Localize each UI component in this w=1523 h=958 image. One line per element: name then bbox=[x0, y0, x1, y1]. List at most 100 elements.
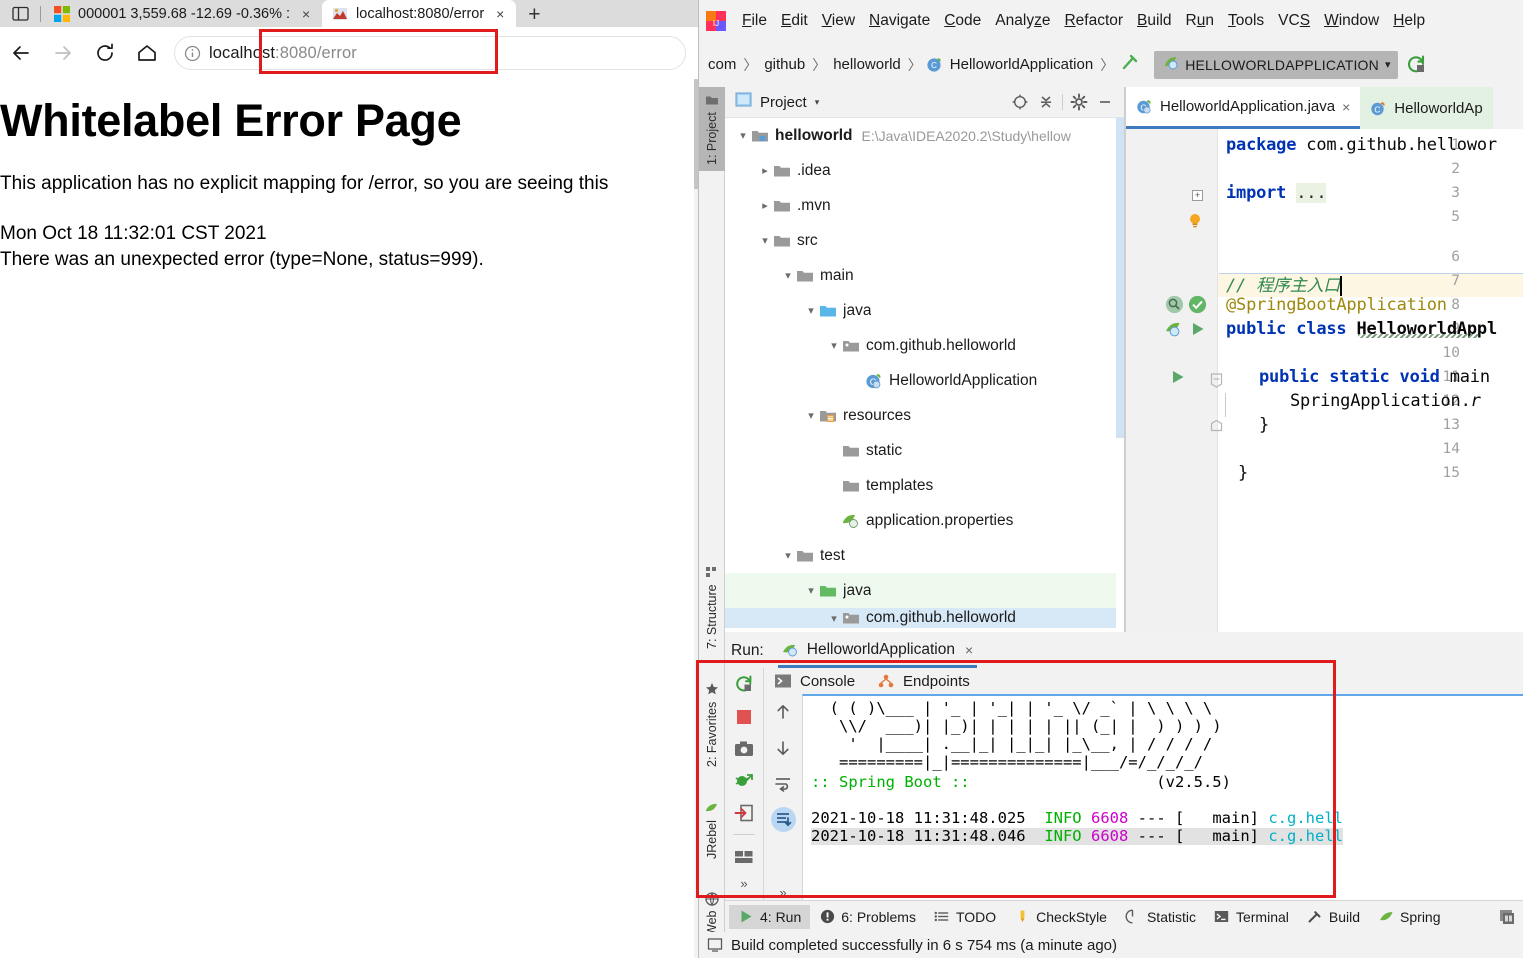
tool-button-todo[interactable]: TODO bbox=[925, 905, 1005, 929]
tree-item-package-test[interactable]: ▾ com.github.helloworld bbox=[725, 608, 1124, 628]
address-bar[interactable]: localhost:8080/error bbox=[174, 36, 686, 70]
tree-item-java-test[interactable]: ▾ java bbox=[725, 573, 1124, 608]
new-tab-button[interactable]: + bbox=[516, 4, 552, 27]
chevron-right-icon[interactable]: ▸ bbox=[757, 199, 773, 212]
project-tree[interactable]: ▾ helloworld E:\Java\IDEA2020.2\Study\he… bbox=[725, 118, 1124, 632]
chevron-down-icon[interactable]: ▾ bbox=[815, 97, 820, 108]
screenshot-icon[interactable] bbox=[732, 736, 757, 761]
reload-arrow-icon[interactable] bbox=[84, 32, 126, 74]
chevron-down-icon[interactable]: ▾ bbox=[826, 612, 842, 625]
down-arrow-icon[interactable] bbox=[771, 735, 796, 760]
browser-tab-1[interactable]: localhost:8080/error × bbox=[322, 0, 517, 27]
breadcrumb-class[interactable]: HelloworldApplication bbox=[947, 56, 1096, 73]
editor-tab-second[interactable]: C HelloworldAp bbox=[1360, 87, 1493, 129]
project-tree-scrollbar[interactable] bbox=[1116, 118, 1124, 632]
chevron-down-icon[interactable]: ▾ bbox=[780, 269, 796, 282]
menu-file[interactable]: File bbox=[735, 9, 774, 33]
run-gutter-icon[interactable] bbox=[1170, 369, 1186, 389]
tree-item-java-main[interactable]: ▾ java bbox=[725, 293, 1124, 328]
stop-icon[interactable] bbox=[732, 704, 757, 729]
menu-view[interactable]: View bbox=[815, 9, 862, 33]
menu-vcs[interactable]: VCS bbox=[1271, 9, 1317, 33]
tool-button-spring[interactable]: Spring bbox=[1369, 905, 1449, 929]
back-arrow-icon[interactable] bbox=[0, 32, 42, 74]
menu-edit[interactable]: Edit bbox=[774, 9, 815, 33]
fold-collapse-end-icon[interactable] bbox=[1210, 417, 1223, 436]
run-configuration-selector[interactable]: HELLOWORLDAPPLICATION ▾ bbox=[1154, 50, 1399, 79]
menu-build[interactable]: Build bbox=[1130, 9, 1178, 33]
run-tab-helloworldapplication[interactable]: HelloworldApplication × bbox=[777, 635, 978, 668]
sidebar-item-structure[interactable]: 7: Structure bbox=[699, 557, 725, 657]
close-icon[interactable]: × bbox=[965, 642, 973, 658]
tree-item-helloworldapplication[interactable]: C HelloworldApplication bbox=[725, 363, 1124, 398]
breadcrumb-com[interactable]: com bbox=[705, 56, 739, 73]
chevron-right-icon[interactable]: ▸ bbox=[757, 164, 773, 177]
menu-help[interactable]: Help bbox=[1386, 9, 1432, 33]
tab-console[interactable]: Console bbox=[774, 672, 855, 690]
menu-window[interactable]: Window bbox=[1317, 9, 1386, 33]
browser-tab-0[interactable]: 000001 3,559.68 -12.69 -0.36% : × bbox=[44, 0, 323, 27]
run-gutter-icon[interactable] bbox=[1190, 321, 1206, 341]
tree-item-idea[interactable]: ▸ .idea bbox=[725, 153, 1124, 188]
sidebar-item-jrebel[interactable]: JRebel bbox=[699, 792, 725, 868]
gear-icon[interactable] bbox=[1066, 89, 1092, 115]
tree-item-main[interactable]: ▾ main bbox=[725, 258, 1124, 293]
up-arrow-icon[interactable] bbox=[771, 699, 796, 724]
chevron-down-icon[interactable]: ▾ bbox=[803, 409, 819, 422]
tool-button-more[interactable] bbox=[1490, 905, 1523, 929]
tree-item-static[interactable]: static bbox=[725, 433, 1124, 468]
rerun-icon[interactable] bbox=[732, 672, 757, 697]
chevron-down-icon[interactable]: ▾ bbox=[803, 584, 819, 597]
import-icon[interactable] bbox=[732, 800, 757, 825]
menu-refactor[interactable]: Refactor bbox=[1057, 9, 1130, 33]
sidebar-item-favorites[interactable]: 2: Favorites bbox=[699, 672, 725, 777]
tool-button-run[interactable]: 4: Run bbox=[729, 904, 811, 929]
chevron-down-icon[interactable]: ▾ bbox=[757, 234, 773, 247]
locate-icon[interactable] bbox=[1007, 89, 1033, 115]
chevron-down-icon[interactable]: ▾ bbox=[735, 129, 751, 142]
tree-item-templates[interactable]: templates bbox=[725, 468, 1124, 503]
fold-expand-icon[interactable]: + bbox=[1192, 190, 1203, 201]
usages-icon[interactable] bbox=[1165, 295, 1184, 318]
sidebar-item-project[interactable]: 1: Project bbox=[699, 87, 725, 171]
editor-body[interactable]: 1 2 3 5 6 7 8 9 10 11 12 13 14 15 + pack… bbox=[1126, 129, 1523, 632]
tree-item-mvn[interactable]: ▸ .mvn bbox=[725, 188, 1124, 223]
soft-wrap-icon[interactable] bbox=[771, 771, 796, 796]
menu-tools[interactable]: Tools bbox=[1221, 9, 1271, 33]
chevron-down-icon[interactable]: ▾ bbox=[803, 304, 819, 317]
close-icon[interactable]: × bbox=[492, 6, 508, 22]
chevron-down-icon[interactable]: ▾ bbox=[826, 339, 842, 352]
chevron-down-icon[interactable]: ▾ bbox=[780, 549, 796, 562]
tree-item-resources[interactable]: ▾ resources bbox=[725, 398, 1124, 433]
editor-tab-helloworldapplication-java[interactable]: C HelloworldApplication.java × bbox=[1126, 87, 1361, 129]
implemented-check-icon[interactable] bbox=[1188, 295, 1207, 318]
tool-button-statistic[interactable]: Statistic bbox=[1116, 905, 1205, 929]
close-icon[interactable]: × bbox=[1342, 99, 1350, 115]
menu-analyze[interactable]: Analyze bbox=[988, 9, 1057, 33]
close-icon[interactable]: × bbox=[298, 6, 314, 22]
debug-attach-icon[interactable] bbox=[732, 768, 757, 793]
tree-item-helloworld[interactable]: ▾ helloworld E:\Java\IDEA2020.2\Study\he… bbox=[725, 118, 1124, 153]
fold-collapse-icon[interactable] bbox=[1210, 373, 1223, 392]
tree-item-application-properties[interactable]: application.properties bbox=[725, 503, 1124, 538]
breadcrumb-helloworld[interactable]: helloworld bbox=[830, 56, 904, 73]
tree-item-src[interactable]: ▾ src bbox=[725, 223, 1124, 258]
chevron-down-icon[interactable]: ▾ bbox=[1385, 58, 1391, 71]
collapse-all-icon[interactable] bbox=[1033, 89, 1059, 115]
tool-button-checkstyle[interactable]: CheckStyle bbox=[1005, 905, 1116, 929]
tab-endpoints[interactable]: Endpoints bbox=[877, 672, 970, 690]
tool-button-problems[interactable]: 6: Problems bbox=[810, 905, 925, 929]
menu-navigate[interactable]: Navigate bbox=[862, 9, 937, 33]
intention-bulb-icon[interactable] bbox=[1186, 212, 1204, 234]
tree-item-package-main[interactable]: ▾ com.github.helloworld bbox=[725, 328, 1124, 363]
tool-button-terminal[interactable]: Terminal bbox=[1205, 905, 1298, 929]
breadcrumb-github[interactable]: github bbox=[761, 56, 808, 73]
scroll-to-end-icon[interactable] bbox=[770, 807, 796, 832]
more-icon[interactable]: » bbox=[779, 885, 786, 900]
tree-item-test[interactable]: ▾ test bbox=[725, 538, 1124, 573]
tab-actions-icon[interactable] bbox=[0, 0, 40, 27]
spring-bean-icon[interactable] bbox=[1165, 319, 1184, 342]
console-output[interactable]: ( ( )\___ | '_ | '_| | '_ \/ _` | \ \ \ … bbox=[802, 694, 1523, 900]
minimize-icon[interactable] bbox=[1092, 89, 1118, 115]
tool-button-build[interactable]: Build bbox=[1298, 905, 1369, 929]
